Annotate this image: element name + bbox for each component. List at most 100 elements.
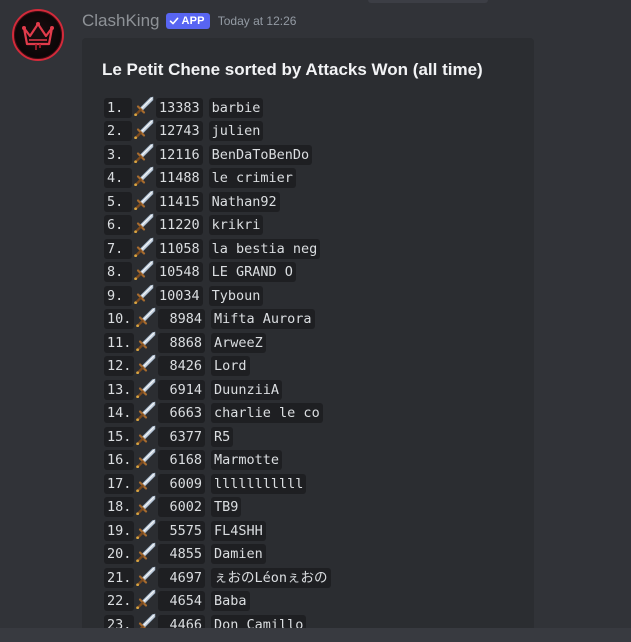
rank-label: 13. <box>104 379 135 400</box>
leaderboard-row: 2. 12743 julien <box>104 119 331 144</box>
leaderboard-row: 17. 6009 lllllllllll <box>104 472 331 496</box>
leaderboard-row: 10. 8984 Mifta Aurora <box>104 307 331 332</box>
player-name: Marmotte <box>211 450 283 471</box>
attack-count: 10548 <box>156 262 203 283</box>
player-name: ぇおのLéonぇおの <box>211 567 331 588</box>
player-name: Baba <box>211 591 250 612</box>
sword-icon <box>133 213 155 234</box>
bot-message: ClashKing APP Today at 12:26 Le Petit Ch… <box>0 0 631 642</box>
rank-label: 3. <box>104 144 132 165</box>
sword-icon <box>133 284 155 304</box>
sword-icon <box>133 166 155 187</box>
player-name: TB9 <box>211 497 242 518</box>
timestamp[interactable]: Today at 12:26 <box>218 14 297 28</box>
player-name: Damien <box>211 544 266 565</box>
sword-icon <box>133 143 155 163</box>
leaderboard-row: 13. 6914 DuunziiA <box>104 378 331 402</box>
attack-count: 8868 <box>158 332 206 353</box>
sword-icon <box>133 260 155 281</box>
player-name: LE GRAND O <box>208 262 296 283</box>
rank-label: 18. <box>104 497 135 518</box>
crown-icon <box>22 22 54 50</box>
leaderboard-row: 6. 11220 krikri <box>104 213 331 238</box>
player-name: barbie <box>208 97 264 118</box>
sword-icon <box>135 472 157 492</box>
player-name: Nathan92 <box>208 191 280 212</box>
player-name: DuunziiA <box>211 379 283 400</box>
rank-label: 22. <box>104 591 135 612</box>
attack-count: 12743 <box>156 121 203 142</box>
sword-icon <box>133 237 155 257</box>
message-header: ClashKing APP Today at 12:26 <box>82 9 296 33</box>
sword-icon <box>135 307 157 328</box>
leaderboard-row: 8. 10548 LE GRAND O <box>104 260 331 285</box>
rank-label: 21. <box>104 567 135 588</box>
player-name: Tyboun <box>208 285 264 306</box>
sword-icon <box>135 448 157 469</box>
leaderboard-row: 14. 6663 charlie le co <box>104 401 331 426</box>
rank-label: 20. <box>104 544 135 565</box>
sword-icon <box>135 589 157 610</box>
sword-icon <box>135 354 157 375</box>
leaderboard-row: 5. 11415 Nathan92 <box>104 190 331 214</box>
leaderboard-row: 4. 11488 le crimier <box>104 166 331 191</box>
leaderboard-row: 12. 8426 Lord <box>104 354 331 379</box>
rank-label: 1. <box>104 97 132 118</box>
attack-count: 10034 <box>156 285 203 306</box>
rank-label: 4. <box>104 168 132 189</box>
leaderboard-row: 3. 12116 BenDaToBenDo <box>104 143 331 167</box>
player-name: krikri <box>208 215 264 236</box>
leaderboard-row: 7. 11058 la bestia neg <box>104 237 331 261</box>
sword-icon <box>135 519 157 539</box>
rank-label: 9. <box>104 285 132 306</box>
leaderboard-row: 11. 8868 ArweeZ <box>104 331 331 355</box>
leaderboard-row: 16. 6168 Marmotte <box>104 448 331 473</box>
rank-label: 5. <box>104 191 132 212</box>
player-name: la bestia neg <box>208 238 321 259</box>
leaderboard-row: 1. 13383 barbie <box>104 96 331 120</box>
leaderboard-row: 21. 4697 ぇおのLéonぇおの <box>104 566 331 590</box>
leaderboard-row: 20. 4855 Damien <box>104 542 331 567</box>
attack-count: 4855 <box>158 544 206 565</box>
rank-label: 7. <box>104 238 132 259</box>
attack-count: 8984 <box>158 309 206 330</box>
attack-count: 11488 <box>156 168 203 189</box>
rank-label: 2. <box>104 121 132 142</box>
username[interactable]: ClashKing <box>82 11 160 31</box>
leaderboard-row: 19. 5575 FL4SHH <box>104 519 331 543</box>
rank-label: 11. <box>104 332 135 353</box>
player-name: ArweeZ <box>211 332 266 353</box>
leaderboard-row: 18. 6002 TB9 <box>104 495 331 520</box>
attack-count: 11220 <box>156 215 203 236</box>
attack-count: 8426 <box>158 356 206 377</box>
player-name: BenDaToBenDo <box>208 144 313 165</box>
rank-label: 6. <box>104 215 132 236</box>
rank-label: 8. <box>104 262 132 283</box>
player-name: Lord <box>211 356 250 377</box>
rank-label: 16. <box>104 450 135 471</box>
sword-icon <box>135 495 157 516</box>
attack-count: 6002 <box>158 497 206 518</box>
rank-label: 12. <box>104 356 135 377</box>
rank-label: 17. <box>104 473 135 494</box>
leaderboard-row: 15. 6377 R5 <box>104 425 331 449</box>
avatar[interactable] <box>12 9 64 61</box>
attack-count: 5575 <box>158 520 206 541</box>
rank-label: 14. <box>104 403 135 424</box>
player-name: R5 <box>211 426 234 447</box>
message-input-edge <box>0 628 631 642</box>
player-name: Mifta Aurora <box>211 309 315 330</box>
sword-icon <box>135 378 157 398</box>
app-badge-label: APP <box>181 15 205 27</box>
attack-count: 6663 <box>158 403 206 424</box>
embed-title: Le Petit Chene sorted by Attacks Won (al… <box>102 60 483 79</box>
sword-icon <box>133 96 155 116</box>
sword-icon <box>135 331 157 351</box>
sword-icon <box>135 566 157 586</box>
app-badge: APP <box>165 13 210 29</box>
attack-count: 6168 <box>158 450 206 471</box>
attack-count: 13383 <box>156 97 203 118</box>
attack-count: 4654 <box>158 591 206 612</box>
player-name: le crimier <box>208 168 296 189</box>
attack-count: 6914 <box>158 379 206 400</box>
